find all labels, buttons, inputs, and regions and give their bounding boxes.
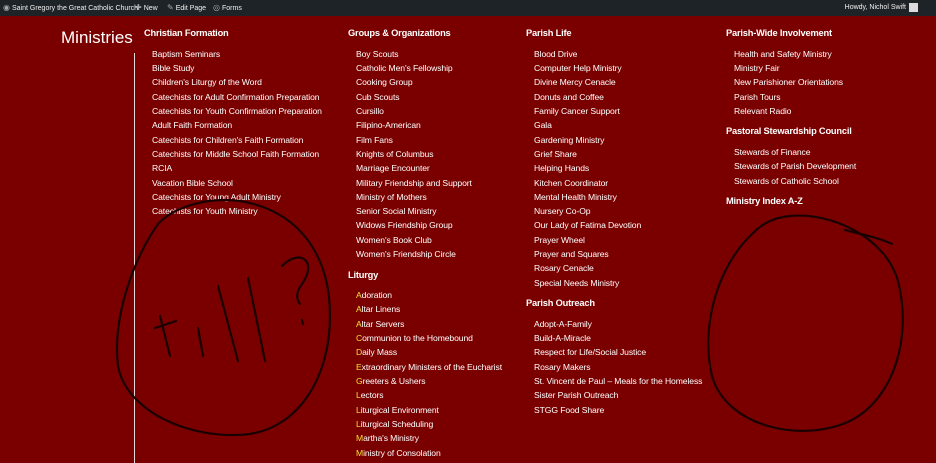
ministry-link[interactable]: Grief Share	[534, 149, 577, 159]
ministry-link[interactable]: Communion to the Homebound	[356, 333, 473, 343]
ministry-link[interactable]: Health and Safety Ministry	[734, 49, 832, 59]
edit-page-button[interactable]: ✎ Edit Page	[167, 0, 206, 16]
ministry-link[interactable]: Catechists for Young Adult Ministry	[152, 192, 281, 202]
ministry-link[interactable]: Computer Help Ministry	[534, 63, 622, 73]
ministry-link[interactable]: Cursillo	[356, 106, 384, 116]
pencil-icon: ✎	[167, 3, 174, 12]
ministry-link[interactable]: Gardening Ministry	[534, 135, 604, 145]
ministry-link[interactable]: Relevant Radio	[734, 106, 791, 116]
ministries-directory: Ministries Christian Formation Baptism S…	[0, 16, 936, 463]
ministry-link[interactable]: Helping Hands	[534, 163, 589, 173]
page-title: Ministries	[61, 28, 133, 47]
ministry-link[interactable]: Parish Tours	[734, 92, 781, 102]
ministry-link[interactable]: Ministry Fair	[734, 63, 780, 73]
ministry-link[interactable]: Women's Friendship Circle	[356, 249, 456, 259]
ministry-link[interactable]: Boy Scouts	[356, 49, 399, 59]
new-content-button[interactable]: ✚ New	[135, 0, 158, 16]
ministry-link[interactable]: Family Cancer Support	[534, 106, 620, 116]
ministry-link[interactable]: Liturgical Environment	[356, 405, 439, 415]
ministry-link[interactable]: Senior Social Ministry	[356, 206, 437, 216]
ministry-link[interactable]: Martha's Ministry	[356, 433, 419, 443]
ministry-link[interactable]: Adult Faith Formation	[152, 120, 232, 130]
ministry-link[interactable]: RCIA	[152, 163, 172, 173]
ministry-link[interactable]: Altar Linens	[356, 304, 400, 314]
ministry-link[interactable]: Cub Scouts	[356, 92, 400, 102]
ministry-link[interactable]: Catechists for Youth Confirmation Prepar…	[152, 106, 322, 116]
ministry-link[interactable]: Stewards of Catholic School	[734, 176, 839, 186]
ministry-link[interactable]: Gala	[534, 120, 552, 130]
admin-bar: ◉ Saint Gregory the Great Catholic Church…	[0, 0, 936, 16]
ministry-link[interactable]: Baptism Seminars	[152, 49, 220, 59]
ministry-link[interactable]: Liturgical Scheduling	[356, 419, 433, 429]
ministry-link[interactable]: Catechists for Children's Faith Formatio…	[152, 135, 303, 145]
ministry-link[interactable]: Filipino-American	[356, 120, 421, 130]
heading-parish-wide-involvement: Parish-Wide Involvement	[726, 28, 832, 38]
ministry-link[interactable]: Catholic Men's Fellowship	[356, 63, 453, 73]
ministry-link[interactable]: STGG Food Share	[534, 405, 604, 415]
ministry-link[interactable]: Rosary Makers	[534, 362, 591, 372]
ministry-link[interactable]: Extraordinary Ministers of the Eucharist	[356, 362, 502, 372]
ministry-link[interactable]: Ministry of Consolation	[356, 448, 441, 458]
ministry-link[interactable]: Kitchen Coordinator	[534, 178, 608, 188]
vertical-divider	[134, 53, 135, 463]
ministry-link[interactable]: Special Needs Ministry	[534, 278, 619, 288]
ministry-link[interactable]: Nursery Co-Op	[534, 206, 591, 216]
site-name-link[interactable]: ◉ Saint Gregory the Great Catholic Church	[3, 0, 138, 16]
ministry-link[interactable]: Adoration	[356, 290, 392, 300]
wordpress-logo-icon: ◉	[3, 3, 10, 12]
ministry-link[interactable]: Bible Study	[152, 63, 194, 73]
ministry-link[interactable]: Catechists for Youth Ministry	[152, 206, 258, 216]
plus-icon: ✚	[135, 3, 142, 12]
ministry-link[interactable]: Blood Drive	[534, 49, 577, 59]
ministry-link[interactable]: Catechists for Middle School Faith Forma…	[152, 149, 319, 159]
heading-pastoral-stewardship-council[interactable]: Pastoral Stewardship Council	[726, 126, 852, 136]
avatar	[909, 2, 918, 12]
heading-christian-formation: Christian Formation	[144, 28, 229, 38]
ministry-link[interactable]: New Parishioner Orientations	[734, 77, 843, 87]
ministry-link[interactable]: St. Vincent de Paul – Meals for the Home…	[534, 376, 702, 386]
ministry-link[interactable]: Vacation Bible School	[152, 178, 233, 188]
ministry-link[interactable]: Women's Book Club	[356, 235, 432, 245]
user-account-menu[interactable]: Howdy, Nichol Swift	[845, 0, 918, 16]
ministry-link[interactable]: Marriage Encounter	[356, 163, 430, 173]
ministry-link[interactable]: Build-A-Miracle	[534, 333, 591, 343]
ministry-link[interactable]: Children's Liturgy of the Word	[152, 77, 262, 87]
ministry-link[interactable]: Adopt-A-Family	[534, 319, 592, 329]
ministry-link[interactable]: Daily Mass	[356, 347, 397, 357]
ministry-link[interactable]: Ministry of Mothers	[356, 192, 427, 202]
ministry-link[interactable]: Knights of Columbus	[356, 149, 434, 159]
ministry-link[interactable]: Donuts and Coffee	[534, 92, 604, 102]
ministry-link[interactable]: Military Friendship and Support	[356, 178, 472, 188]
forms-menu[interactable]: ◎ Forms	[213, 0, 242, 16]
ministry-link[interactable]: Widows Friendship Group	[356, 220, 453, 230]
heading-parish-life: Parish Life	[526, 28, 572, 38]
heading-groups-organizations: Groups & Organizations	[348, 28, 451, 38]
ministry-link[interactable]: Divine Mercy Cenacle	[534, 77, 616, 87]
ministry-link[interactable]: Greeters & Ushers	[356, 376, 426, 386]
ministry-link[interactable]: Mental Health Ministry	[534, 192, 617, 202]
ministry-link[interactable]: Altar Servers	[356, 319, 404, 329]
heading-liturgy: Liturgy	[348, 270, 379, 280]
ministry-link[interactable]: Stewards of Finance	[734, 147, 811, 157]
ministry-link[interactable]: Prayer Wheel	[534, 235, 585, 245]
ministry-link[interactable]: Catechists for Adult Confirmation Prepar…	[152, 92, 320, 102]
ministry-link[interactable]: Our Lady of Fatima Devotion	[534, 220, 641, 230]
ministry-link[interactable]: Film Fans	[356, 135, 393, 145]
ministry-index-link[interactable]: Ministry Index A-Z	[726, 196, 803, 206]
forms-icon: ◎	[213, 3, 220, 12]
ministry-link[interactable]: Lectors	[356, 390, 384, 400]
ministry-link[interactable]: Sister Parish Outreach	[534, 390, 618, 400]
heading-parish-outreach: Parish Outreach	[526, 298, 595, 308]
ministry-link[interactable]: Prayer and Squares	[534, 249, 609, 259]
ministry-link[interactable]: Rosary Cenacle	[534, 263, 594, 273]
ministry-link[interactable]: Cooking Group	[356, 77, 413, 87]
ministry-link[interactable]: Stewards of Parish Development	[734, 161, 856, 171]
ministry-link[interactable]: Respect for Life/Social Justice	[534, 347, 646, 357]
